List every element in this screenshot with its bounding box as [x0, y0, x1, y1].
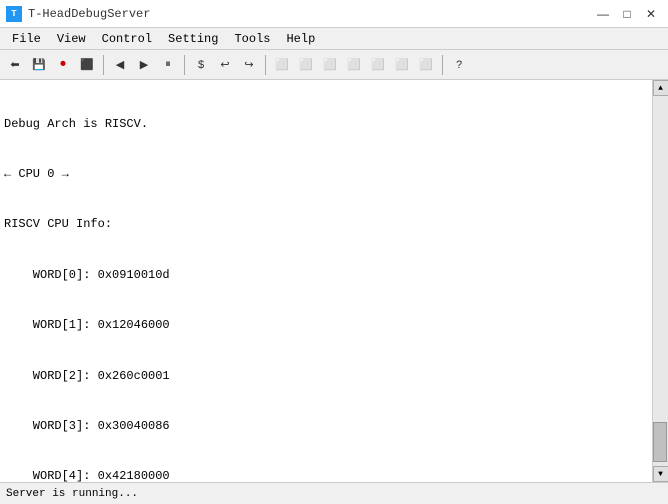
- app-icon: T: [6, 6, 22, 22]
- main-area: Debug Arch is RISCV. ← CPU 0 → RISCV CPU…: [0, 80, 668, 482]
- scroll-down-arrow[interactable]: ▼: [653, 466, 668, 482]
- status-text: Server is running...: [6, 488, 138, 500]
- tb-box4-button[interactable]: ⬜: [343, 54, 365, 76]
- tb-help-button[interactable]: ?: [448, 54, 470, 76]
- title-bar: T T-HeadDebugServer — □ ✕: [0, 0, 668, 28]
- console-line-2: RISCV CPU Info:: [4, 216, 648, 233]
- tb-separator-4: [442, 55, 443, 75]
- tb-box7-button[interactable]: ⬜: [415, 54, 437, 76]
- tb-box3-button[interactable]: ⬜: [319, 54, 341, 76]
- tb-dollar-button[interactable]: $: [190, 54, 212, 76]
- tb-save-button[interactable]: 💾: [28, 54, 50, 76]
- tb-box5-button[interactable]: ⬜: [367, 54, 389, 76]
- console-line-0: Debug Arch is RISCV.: [4, 116, 648, 133]
- tb-pause-button[interactable]: ⏸: [157, 54, 179, 76]
- console-line-5: WORD[2]: 0x260c0001: [4, 368, 648, 385]
- toolbar: ⬅ 💾 ⏺ ⬛ ◀ ▶ ⏸ $ ↩ ↪ ⬜ ⬜ ⬜ ⬜ ⬜ ⬜ ⬜ ?: [0, 50, 668, 80]
- title-controls: — □ ✕: [592, 5, 662, 23]
- tb-prev-button[interactable]: ◀: [109, 54, 131, 76]
- maximize-button[interactable]: □: [616, 5, 638, 23]
- tb-redo-button[interactable]: ↪: [238, 54, 260, 76]
- scroll-up-arrow[interactable]: ▲: [653, 80, 668, 96]
- menu-control[interactable]: Control: [94, 30, 160, 48]
- console-line-6: WORD[3]: 0x30040086: [4, 418, 648, 435]
- menu-view[interactable]: View: [49, 30, 94, 48]
- console-line-4: WORD[1]: 0x12046000: [4, 317, 648, 334]
- console-line-1: ← CPU 0 →: [4, 166, 648, 183]
- console-output[interactable]: Debug Arch is RISCV. ← CPU 0 → RISCV CPU…: [0, 80, 652, 482]
- menu-tools[interactable]: Tools: [226, 30, 278, 48]
- console-line-3: WORD[0]: 0x0910010d: [4, 267, 648, 284]
- tb-stop-button[interactable]: ⏺: [52, 54, 74, 76]
- tb-box2-button[interactable]: ⬜: [295, 54, 317, 76]
- minimize-button[interactable]: —: [592, 5, 614, 23]
- vertical-scrollbar[interactable]: ▲ ▼: [652, 80, 668, 482]
- tb-back-button[interactable]: ⬅: [4, 54, 26, 76]
- title-bar-left: T T-HeadDebugServer: [6, 6, 150, 22]
- menu-setting[interactable]: Setting: [160, 30, 226, 48]
- tb-box1-button[interactable]: ⬜: [271, 54, 293, 76]
- tb-box6-button[interactable]: ⬜: [391, 54, 413, 76]
- console-line-7: WORD[4]: 0x42180000: [4, 468, 648, 482]
- menu-file[interactable]: File: [4, 30, 49, 48]
- window-title: T-HeadDebugServer: [28, 7, 150, 21]
- tb-record-button[interactable]: ⬛: [76, 54, 98, 76]
- menu-bar: File View Control Setting Tools Help: [0, 28, 668, 50]
- tb-separator-2: [184, 55, 185, 75]
- tb-separator-1: [103, 55, 104, 75]
- tb-separator-3: [265, 55, 266, 75]
- close-button[interactable]: ✕: [640, 5, 662, 23]
- tb-undo-button[interactable]: ↩: [214, 54, 236, 76]
- status-bar: Server is running...: [0, 482, 668, 504]
- scroll-thumb[interactable]: [653, 422, 667, 462]
- scroll-track[interactable]: [653, 96, 668, 466]
- tb-next-button[interactable]: ▶: [133, 54, 155, 76]
- menu-help[interactable]: Help: [278, 30, 323, 48]
